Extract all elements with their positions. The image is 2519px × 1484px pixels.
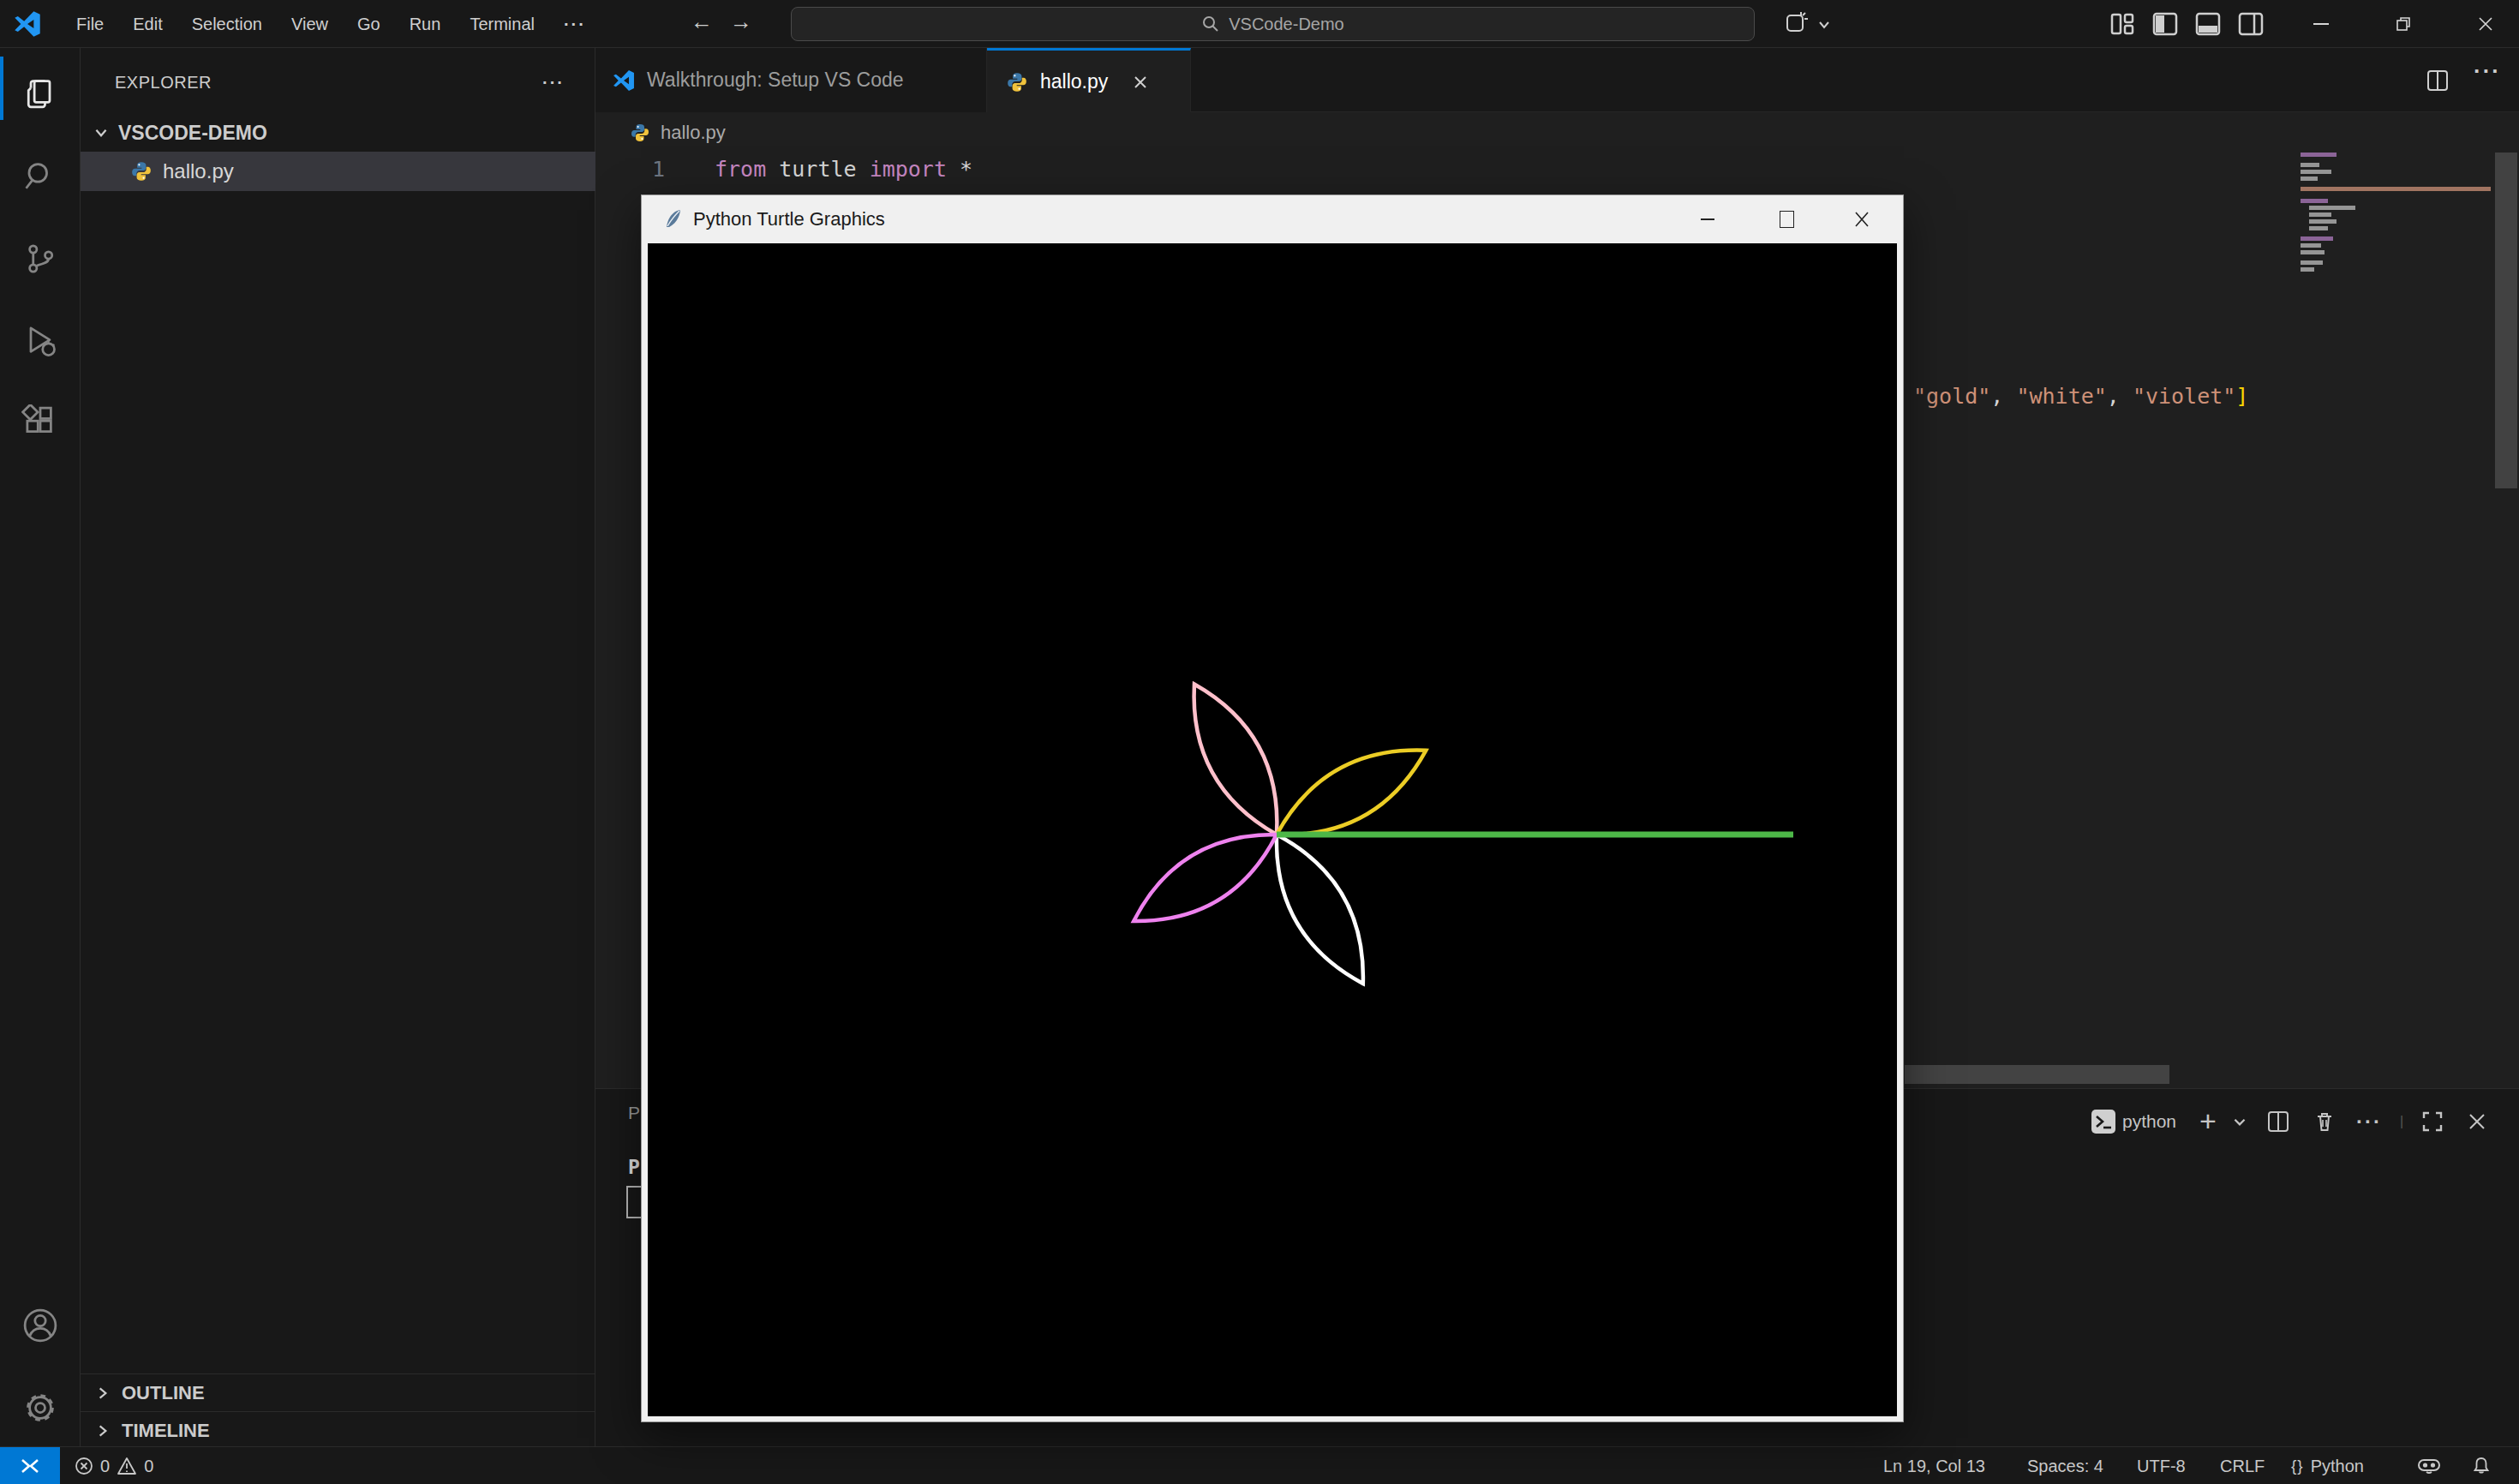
copilot-chevron-icon[interactable] [1816,17,1832,33]
turtle-window-titlebar[interactable]: Python Turtle Graphics [642,195,1903,243]
file-row-hallo[interactable]: hallo.py [81,152,595,191]
copilot-icon[interactable] [1784,10,1810,36]
menu-selection[interactable]: Selection [177,15,277,34]
panel-tab-partial[interactable]: P [628,1103,640,1123]
copilot-status-icon[interactable] [2417,1447,2441,1484]
horizontal-scrollbar[interactable] [1905,1065,2169,1084]
chevron-down-icon [93,124,110,141]
turtle-close-button[interactable] [1836,195,1888,243]
code-line-1: from turtle import * [715,157,972,182]
error-icon [75,1457,93,1475]
explorer-sidebar: EXPLORER ··· VSCODE-DEMO hallo.py OUTLIN… [81,48,595,1446]
turtle-window-title: Python Turtle Graphics [693,208,885,230]
vscode-window: File Edit Selection View Go Run Terminal… [0,0,2519,1484]
warning-icon [117,1457,137,1475]
tab-close-icon[interactable] [1132,74,1149,91]
remote-icon [18,1455,42,1477]
menu-bar: File Edit Selection View Go Run Terminal… [62,0,601,48]
window-minimize-button[interactable] [2291,0,2351,48]
command-center-search[interactable]: VSCode-Demo [791,7,1755,41]
menu-run[interactable]: Run [395,15,456,34]
turtle-canvas [648,243,1897,1416]
toggle-secondary-sidebar-icon[interactable] [2238,11,2264,37]
nav-back-icon[interactable]: ← [691,9,713,35]
terminal-label[interactable]: python [2122,1102,2176,1140]
menu-view[interactable]: View [277,15,343,34]
turtle-drawing [648,243,1897,1416]
maximize-panel-icon[interactable] [2417,1102,2448,1140]
python-file-icon [630,123,650,143]
cursor-position[interactable]: Ln 19, Col 13 [1883,1447,1985,1484]
python-file-icon [1006,71,1028,93]
extensions-icon[interactable] [0,383,81,464]
menu-terminal[interactable]: Terminal [455,15,549,34]
sidebar-more-icon[interactable]: ··· [542,73,565,93]
editor-more-actions-icon[interactable]: ··· [2474,58,2501,85]
source-control-icon[interactable] [0,218,81,299]
menu-file[interactable]: File [62,15,118,34]
title-bar: File Edit Selection View Go Run Terminal… [0,0,2519,48]
chevron-right-icon [94,1422,111,1439]
problems-status[interactable]: 0 0 [75,1447,153,1484]
run-debug-icon[interactable] [0,301,81,381]
folder-header[interactable]: VSCODE-DEMO [81,114,595,152]
editor-tab-bar: Walkthrough: Setup VS Code hallo.py ··· [595,48,2519,112]
close-panel-icon[interactable] [2462,1102,2492,1140]
customize-layout-icon[interactable] [2109,11,2135,37]
python-feather-icon [662,208,685,230]
minimap[interactable] [2301,153,2495,410]
vscode-logo-icon [14,10,41,38]
kill-terminal-icon[interactable] [2309,1102,2340,1140]
python-file-icon [130,160,153,183]
outline-section[interactable]: OUTLINE [81,1373,595,1411]
nav-forward-icon[interactable]: → [730,9,752,35]
menu-more[interactable]: ··· [549,15,601,34]
tab-walkthrough[interactable]: Walkthrough: Setup VS Code [595,48,987,112]
breadcrumb-file[interactable]: hallo.py [661,122,726,144]
split-editor-icon[interactable] [2426,69,2450,93]
turtle-minimize-button[interactable] [1682,195,1733,243]
eol-sequence[interactable]: CRLF [2220,1447,2265,1484]
sidebar-title: EXPLORER [115,73,212,93]
language-mode[interactable]: {}Python [2291,1447,2364,1484]
toolbar-separator: | [2398,1102,2405,1140]
explorer-icon[interactable] [0,55,81,135]
timeline-section[interactable]: TIMELINE [81,1411,595,1449]
activity-bar [0,48,81,1446]
breadcrumb[interactable]: hallo.py [595,112,2519,153]
toggle-panel-icon[interactable] [2195,11,2221,37]
new-terminal-icon[interactable]: + [2191,1102,2225,1140]
vscode-logo-icon [613,69,635,92]
search-placeholder: VSCode-Demo [1229,15,1344,34]
menu-go[interactable]: Go [343,15,395,34]
window-restore-button[interactable] [2373,0,2433,48]
terminal-dropdown-icon[interactable] [2227,1102,2253,1140]
account-icon[interactable] [0,1285,81,1366]
settings-gear-icon[interactable] [0,1367,81,1448]
chevron-right-icon [94,1385,111,1402]
search-sidebar-icon[interactable] [0,136,81,217]
indentation[interactable]: Spaces: 4 [2027,1447,2103,1484]
toggle-sidebar-icon[interactable] [2152,11,2178,37]
turtle-graphics-window[interactable]: Python Turtle Graphics [641,194,1904,1422]
terminal-process-icon [2088,1102,2119,1140]
terminal-text-partial: P [628,1156,640,1178]
remote-indicator[interactable] [0,1447,60,1484]
split-terminal-icon[interactable] [2263,1102,2294,1140]
window-close-button[interactable] [2456,0,2516,48]
turtle-maximize-button[interactable] [1761,195,1812,243]
search-icon [1201,15,1220,33]
menu-edit[interactable]: Edit [118,15,177,34]
status-bar: 0 0 Ln 19, Col 13 Spaces: 4 UTF-8 CRLF {… [0,1446,2519,1484]
line-number: 1 [595,157,665,182]
panel-more-actions-icon[interactable]: ··· [2352,1102,2386,1140]
tab-hallo-active[interactable]: hallo.py [987,48,1191,113]
encoding[interactable]: UTF-8 [2137,1447,2186,1484]
vertical-scrollbar[interactable] [2495,153,2517,488]
code-fragment-right: "gold", "white", "violet"] [1913,384,2248,409]
notifications-bell-icon[interactable] [2471,1447,2492,1484]
